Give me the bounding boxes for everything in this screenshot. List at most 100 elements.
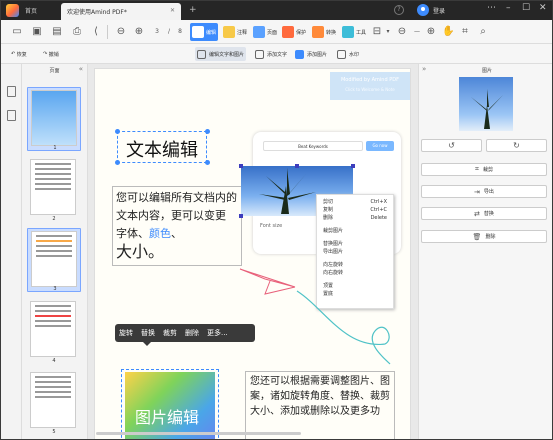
protect-icon xyxy=(282,26,294,38)
app-window: 首页 欢迎使用Amind PDF* ✕ + ? 登录 ⋯ – ☐ ✕ ▭ ▣ ▤… xyxy=(0,0,553,440)
thumbnail-page-1[interactable]: 1 xyxy=(27,87,81,151)
search-icon[interactable]: ⌕ xyxy=(477,26,489,38)
resize-handle[interactable] xyxy=(115,129,120,134)
gradient-image[interactable]: 图片编辑 xyxy=(125,372,215,439)
add-text-icon xyxy=(255,49,264,59)
login-link[interactable]: 登录 xyxy=(433,6,445,15)
image-handle[interactable] xyxy=(351,164,355,168)
resize-handle[interactable] xyxy=(115,160,120,165)
crop-button[interactable]: ⌗ 裁剪 xyxy=(421,163,547,176)
replace-icon: ⇄ xyxy=(474,209,480,218)
delete-button[interactable]: 🗑 删除 xyxy=(421,230,547,243)
open-folder-icon[interactable]: ▭ xyxy=(11,26,23,38)
image-preview xyxy=(459,77,513,131)
home-tab[interactable]: 首页 xyxy=(25,6,37,15)
menu-item-label: 复制 xyxy=(323,207,334,213)
undo-button[interactable]: ↶ 恢复 xyxy=(9,47,29,61)
zoom-out-icon[interactable]: ⊖ xyxy=(396,26,408,38)
action-bar-item[interactable]: 旋转 xyxy=(115,328,137,338)
collapse-left-icon[interactable]: « xyxy=(79,65,83,73)
replace-label: 替换 xyxy=(483,211,494,217)
redo-button[interactable]: ↷ 撤销 xyxy=(41,47,61,61)
context-menu-item[interactable]: 剪切 Ctrl+X xyxy=(317,198,393,206)
maximize-icon[interactable]: ☐ xyxy=(522,3,530,13)
annotate-icon xyxy=(223,26,235,38)
image-handle[interactable] xyxy=(239,164,243,168)
horizontal-scrollbar[interactable] xyxy=(96,432,301,435)
thumbnail-number: 5 xyxy=(52,429,56,435)
banner[interactable]: Modified by Amind PDF Click to Welcome &… xyxy=(330,72,410,100)
export-button[interactable]: ⇥ 导出 xyxy=(421,185,547,198)
zoom-level: — xyxy=(414,28,420,35)
edit-text-image-button[interactable]: 编辑文字和图片 xyxy=(195,47,247,61)
prev-page-icon[interactable]: ⊖ xyxy=(115,26,127,38)
menu-item-label: 剪切 xyxy=(323,199,334,205)
thumbnail-page-5[interactable]: 5 xyxy=(27,370,81,435)
share-icon[interactable]: ⟨ xyxy=(90,26,102,38)
heading-text-edit[interactable]: 文本编辑 xyxy=(126,136,198,162)
next-page-icon[interactable]: ⊕ xyxy=(133,26,145,38)
save-icon[interactable]: ▣ xyxy=(31,26,43,38)
menu-item-shortcut: Ctrl+C xyxy=(370,207,387,213)
image-properties-panel: » 图片 ↺ ↻ ⌗ 裁剪 ⇥ 导出 ⇄ 替换 🗑 删除 xyxy=(418,64,552,439)
resize-handle[interactable] xyxy=(205,129,210,134)
thumbnail-page-4[interactable]: 4 xyxy=(27,299,81,364)
add-image-button[interactable]: 添加图片 xyxy=(293,47,329,61)
bookmarks-icon[interactable] xyxy=(7,110,16,121)
context-menu-item[interactable]: 替换图片 xyxy=(317,240,393,248)
context-menu-item[interactable]: 复制 Ctrl+C xyxy=(317,206,393,214)
add-image-label: 添加图片 xyxy=(307,51,328,58)
resize-handle[interactable] xyxy=(205,160,210,165)
rotate-left-button[interactable]: ↺ xyxy=(421,139,482,152)
zoom-in-icon[interactable]: ⊕ xyxy=(425,26,437,38)
select-area-icon[interactable]: ⌗ xyxy=(459,26,471,38)
menu-icon[interactable]: ⋯ xyxy=(487,3,496,13)
annotate-button[interactable]: 注释 xyxy=(221,23,249,41)
page-button[interactable]: 页面 xyxy=(251,23,279,41)
add-text-button[interactable]: 添加文字 xyxy=(253,47,289,61)
rotate-right-button[interactable]: ↻ xyxy=(486,139,547,152)
left-rail xyxy=(1,64,22,439)
tools-button[interactable]: 工具 xyxy=(340,23,368,41)
thumbnails-icon[interactable] xyxy=(7,86,16,97)
minimize-icon[interactable]: – xyxy=(506,3,511,13)
document-tab[interactable]: 欢迎使用Amind PDF* ✕ xyxy=(61,3,181,20)
avatar-icon[interactable] xyxy=(417,4,429,16)
text-block-2[interactable]: 您还可以根据需要调整图片、图案，诸如旋转角度、替换、裁剪大小、添加或删除以及更多… xyxy=(245,371,395,439)
thumbnail-page-2[interactable]: 2 xyxy=(27,157,81,222)
context-menu-item[interactable]: 裁剪图片 xyxy=(317,227,393,235)
thumbnail-page-3[interactable]: 3 xyxy=(27,228,81,292)
save-as-icon[interactable]: ▤ xyxy=(51,26,63,38)
context-menu-item[interactable]: 删除 Delete xyxy=(317,214,393,222)
protect-button[interactable]: 保护 xyxy=(280,23,308,41)
text-block-1[interactable]: 您可以编辑所有文档内的文本内容，更可以变更 字体、颜色、 大小。 xyxy=(112,186,242,266)
image-handle[interactable] xyxy=(295,164,299,168)
convert-button[interactable]: 转换 xyxy=(310,23,338,41)
watermark-button[interactable]: 水印 xyxy=(335,47,361,61)
main-toolbar: ▭ ▣ ▤ ⎙ ⟨ ⊖ ⊕ 3 / 8 编辑 注释 页面 保护 转换 工具 ⊟ … xyxy=(1,20,552,44)
print-icon[interactable]: ⎙ xyxy=(71,26,83,38)
image-handle[interactable] xyxy=(239,214,243,218)
action-bar-item[interactable]: 替换 xyxy=(137,328,159,338)
new-tab-icon[interactable]: + xyxy=(189,5,197,15)
redo-label: 撤销 xyxy=(48,51,59,58)
chevron-down-icon[interactable]: ▾ xyxy=(382,26,394,38)
action-bar-item[interactable]: 删除 xyxy=(181,328,203,338)
help-icon[interactable]: ? xyxy=(394,5,404,15)
page-current[interactable]: 3 xyxy=(151,26,163,38)
close-tab-icon[interactable]: ✕ xyxy=(170,7,175,14)
thumbnail-image xyxy=(30,159,76,215)
page-total: 8 xyxy=(178,28,182,35)
paper-plane-illustration xyxy=(239,268,391,365)
add-text-label: 添加文字 xyxy=(267,51,288,58)
hand-tool-icon[interactable]: ✋ xyxy=(442,26,454,38)
tools-label: 工具 xyxy=(356,29,367,36)
replace-button[interactable]: ⇄ 替换 xyxy=(421,207,547,220)
mock-search-button: Go now xyxy=(366,141,394,151)
action-bar-item[interactable]: 更多... xyxy=(203,328,232,338)
edit-button[interactable]: 编辑 xyxy=(190,23,219,41)
watermark-icon xyxy=(337,49,346,59)
para1-color-word: 颜色 xyxy=(149,227,171,240)
close-window-icon[interactable]: ✕ xyxy=(539,3,547,13)
action-bar-item[interactable]: 裁剪 xyxy=(159,328,181,338)
